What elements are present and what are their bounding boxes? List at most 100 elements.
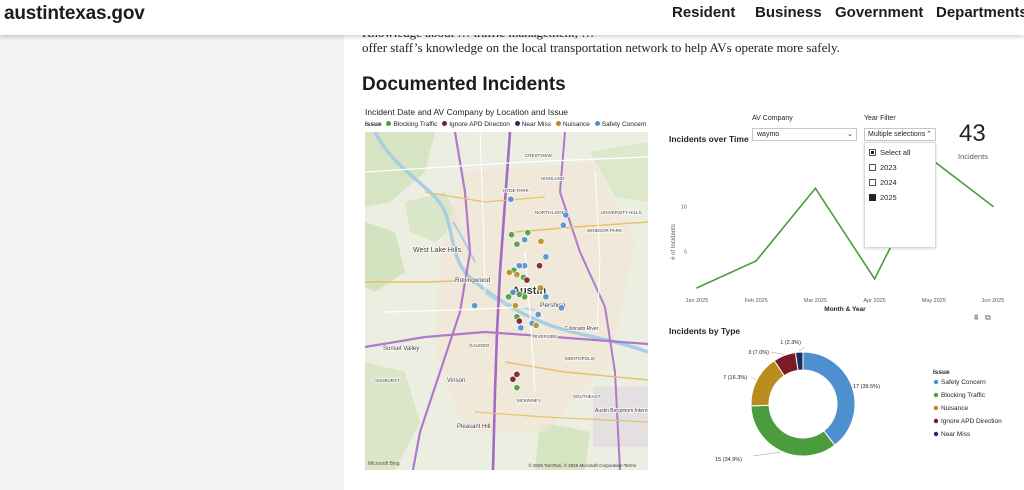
- map-place-label: UNIVERSITY HILLS: [601, 210, 642, 215]
- left-sidebar-panel: [0, 35, 344, 490]
- map-legend-item[interactable]: Safety Concern: [594, 121, 647, 128]
- line-chart-canvas[interactable]: # of Incidents Month & Year Jan 2025 Feb …: [667, 152, 1024, 327]
- map-incident-marker[interactable]: [523, 276, 531, 284]
- map-incident-marker[interactable]: [507, 195, 515, 203]
- donut-legend-item[interactable]: Safety Concern: [941, 379, 986, 386]
- nav-government[interactable]: Government: [835, 4, 923, 21]
- map-incident-marker[interactable]: [505, 293, 513, 301]
- map-incident-marker[interactable]: [515, 262, 523, 270]
- map-incident-marker[interactable]: [562, 211, 570, 219]
- map-incident-marker[interactable]: [559, 221, 567, 229]
- year-filter-dropdown[interactable]: Multiple selections ⌃: [864, 128, 936, 141]
- map-incident-marker[interactable]: [513, 271, 521, 279]
- map-incident-marker[interactable]: [513, 384, 521, 392]
- year-option-2023[interactable]: 2023: [869, 163, 897, 172]
- map-legend-item[interactable]: Blocking Traffic: [386, 121, 437, 128]
- map-incident-marker[interactable]: [471, 302, 479, 310]
- map-legend-label: Issue: [365, 121, 382, 128]
- map-incident-marker[interactable]: [509, 375, 517, 383]
- map-incident-marker[interactable]: [542, 293, 550, 301]
- map-canvas[interactable]: AustinWest Lake HillsRollingwoodPershing…: [365, 132, 648, 470]
- legend-dot: [933, 431, 939, 437]
- nav-resident[interactable]: Resident: [672, 4, 735, 21]
- line-data-point[interactable]: [992, 205, 994, 208]
- map-incident-marker[interactable]: [542, 253, 550, 261]
- line-y-tick-label: 5: [684, 250, 687, 256]
- map-incident-marker[interactable]: [508, 231, 516, 239]
- nav-business[interactable]: Business: [755, 4, 822, 21]
- donut-slice[interactable]: [750, 404, 836, 457]
- focus-mode-icon[interactable]: ⧉: [985, 313, 991, 322]
- legend-text: Nuisance: [562, 121, 590, 128]
- donut-legend-item[interactable]: Blocking Traffic: [941, 392, 986, 399]
- line-data-point[interactable]: [696, 287, 698, 289]
- year-option-2024[interactable]: 2024: [869, 178, 897, 187]
- map-incident-marker[interactable]: [535, 262, 544, 270]
- site-logo[interactable]: austintexas.gov: [4, 3, 145, 25]
- nav-departments[interactable]: Departments: [936, 4, 1024, 21]
- incidents-over-time-title: Incidents over Time: [669, 134, 749, 144]
- map-legend-item[interactable]: Near Miss: [514, 121, 551, 128]
- donut-chart-canvas[interactable]: 17 (39.5%) 15 (34.9%) 7 (16.3%) 3 (7.0%) 1 (…: [667, 334, 1024, 472]
- line-series: [696, 159, 994, 289]
- map-incident-marker[interactable]: [517, 324, 525, 332]
- map-incident-marker[interactable]: [534, 310, 542, 319]
- map-credit[interactable]: © 2025 TomTom, © 2025 Microsoft Corporat…: [528, 463, 636, 468]
- line-series-path[interactable]: [696, 159, 994, 289]
- map-place-label: HIGHLAND: [541, 176, 565, 181]
- donut-legend-item[interactable]: Nuisance: [941, 405, 968, 412]
- legend-dot: [555, 121, 561, 126]
- checkbox-checked-icon[interactable]: [869, 194, 876, 201]
- av-company-label: AV Company: [752, 115, 793, 122]
- filter-icon[interactable]: ⩩: [974, 313, 978, 322]
- line-x-tick-label: Feb 2025: [745, 298, 768, 304]
- map-incident-marker[interactable]: [537, 237, 545, 245]
- av-company-dropdown[interactable]: waymo ⌄: [752, 128, 857, 141]
- map-place-label: Pleasant Hill: [457, 424, 490, 430]
- map-title: Incident Date and AV Company by Location…: [365, 107, 569, 117]
- donut-legend-item[interactable]: Ignore APD Direction: [941, 418, 1002, 425]
- map-incident-marker[interactable]: [557, 304, 565, 312]
- map-legend: Issue Blocking Traffic Ignore APD Direct…: [365, 121, 647, 128]
- legend-dot: [594, 121, 600, 126]
- map-provider-logo: Microsoft Bing: [368, 461, 400, 467]
- av-company-value: waymo: [757, 131, 780, 138]
- line-data-point[interactable]: [755, 260, 757, 262]
- incident-map[interactable]: Austin West Lake Hills Rollingwood Pershing…: [365, 132, 648, 470]
- map-legend-item[interactable]: Ignore APD Direction: [442, 121, 510, 128]
- map-incident-marker[interactable]: [536, 284, 545, 292]
- incident-count-label: Incidents: [958, 152, 989, 161]
- map-incident-marker[interactable]: [515, 290, 523, 299]
- year-option-select-all[interactable]: Select all: [869, 148, 910, 157]
- visual-header-icons: ⩩ ⧉: [974, 313, 991, 323]
- year-option-label: 2025: [880, 193, 897, 202]
- map-incident-marker[interactable]: [505, 268, 513, 277]
- line-x-tick-label: Jun 2025: [982, 298, 1005, 304]
- map-incident-marker[interactable]: [521, 236, 529, 244]
- line-x-tick-label: Mar 2025: [804, 298, 827, 304]
- incidents-by-type-chart[interactable]: 17 (39.5%) 15 (34.9%) 7 (16.3%) 3 (7.0%) 1 (…: [667, 334, 1024, 472]
- year-option-2025[interactable]: 2025: [869, 193, 897, 202]
- checkbox-icon[interactable]: [869, 164, 876, 171]
- map-incident-marker[interactable]: [532, 321, 540, 329]
- map-incident-marker[interactable]: [515, 317, 523, 325]
- incidents-over-time-chart[interactable]: # of Incidents Month & Year Jan 2025 Feb …: [667, 152, 1024, 327]
- year-filter-value: Multiple selections: [868, 131, 926, 138]
- year-filter-label: Year Filter: [864, 115, 896, 122]
- map-incident-marker[interactable]: [511, 302, 519, 310]
- line-data-point[interactable]: [873, 278, 876, 280]
- intro-line: offer staff’s knowledge on the local tra…: [362, 40, 840, 55]
- legend-text: Near Miss: [521, 121, 551, 128]
- map-place-label: MONTOPOLIS: [565, 356, 595, 361]
- map-legend-item[interactable]: Nuisance: [555, 121, 590, 128]
- legend-text: Safety Concern: [601, 121, 647, 128]
- donut-legend-item[interactable]: Near Miss: [941, 431, 971, 438]
- legend-dot: [933, 405, 939, 411]
- line-data-point[interactable]: [814, 187, 817, 190]
- checkbox-icon[interactable]: [869, 179, 876, 186]
- map-incident-marker[interactable]: [513, 240, 521, 248]
- donut-slice[interactable]: [802, 351, 856, 446]
- checkbox-partial-icon[interactable]: [869, 149, 876, 156]
- line-x-tick-label: Jan 2025: [686, 298, 709, 304]
- map-incident-marker[interactable]: [524, 229, 532, 237]
